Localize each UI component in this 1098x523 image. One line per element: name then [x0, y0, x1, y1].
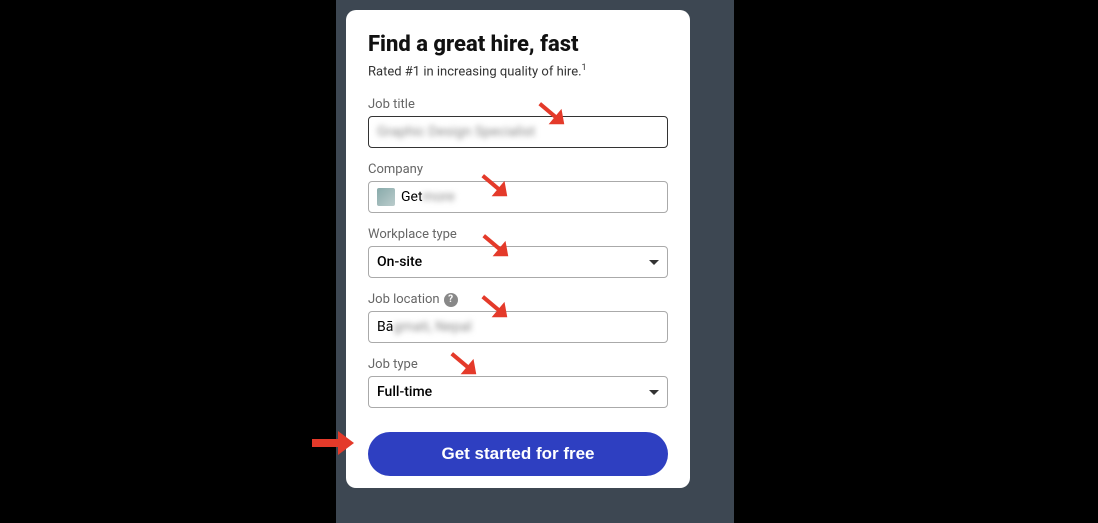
- location-value-prefix: Bā: [377, 319, 393, 335]
- company-label: Company: [368, 162, 668, 177]
- location-value-blur: gmati, Nepal: [393, 319, 471, 335]
- modal-subtitle: Rated #1 in increasing quality of hire.1: [368, 63, 668, 79]
- workplace-value: On-site: [377, 254, 422, 270]
- job-type-value: Full-time: [377, 384, 432, 400]
- company-value-blur: more: [423, 189, 455, 205]
- company-value-prefix: Get: [401, 189, 423, 205]
- company-icon: [377, 188, 395, 206]
- job-post-modal: Find a great hire, fast Rated #1 in incr…: [346, 10, 690, 488]
- location-input[interactable]: Bāgmati, Nepal: [368, 311, 668, 343]
- chevron-down-icon: [649, 390, 659, 395]
- workplace-label: Workplace type: [368, 227, 668, 242]
- company-input[interactable]: Getmore: [368, 181, 668, 213]
- job-title-input[interactable]: Graphic Design Specialist: [368, 116, 668, 148]
- get-started-button[interactable]: Get started for free: [368, 432, 668, 476]
- help-icon[interactable]: ?: [444, 293, 458, 307]
- chevron-down-icon: [649, 260, 659, 265]
- modal-title: Find a great hire, fast: [368, 32, 668, 57]
- subtitle-text: Rated #1 in increasing quality of hire.: [368, 64, 582, 79]
- job-type-label: Job type: [368, 357, 668, 372]
- job-title-value: Graphic Design Specialist: [377, 124, 535, 140]
- job-type-select[interactable]: Full-time: [368, 376, 668, 408]
- location-label: Job location ?: [368, 292, 668, 307]
- location-label-text: Job location: [368, 292, 440, 307]
- subtitle-footnote: 1: [582, 63, 587, 73]
- job-title-label: Job title: [368, 97, 668, 112]
- workplace-select[interactable]: On-site: [368, 246, 668, 278]
